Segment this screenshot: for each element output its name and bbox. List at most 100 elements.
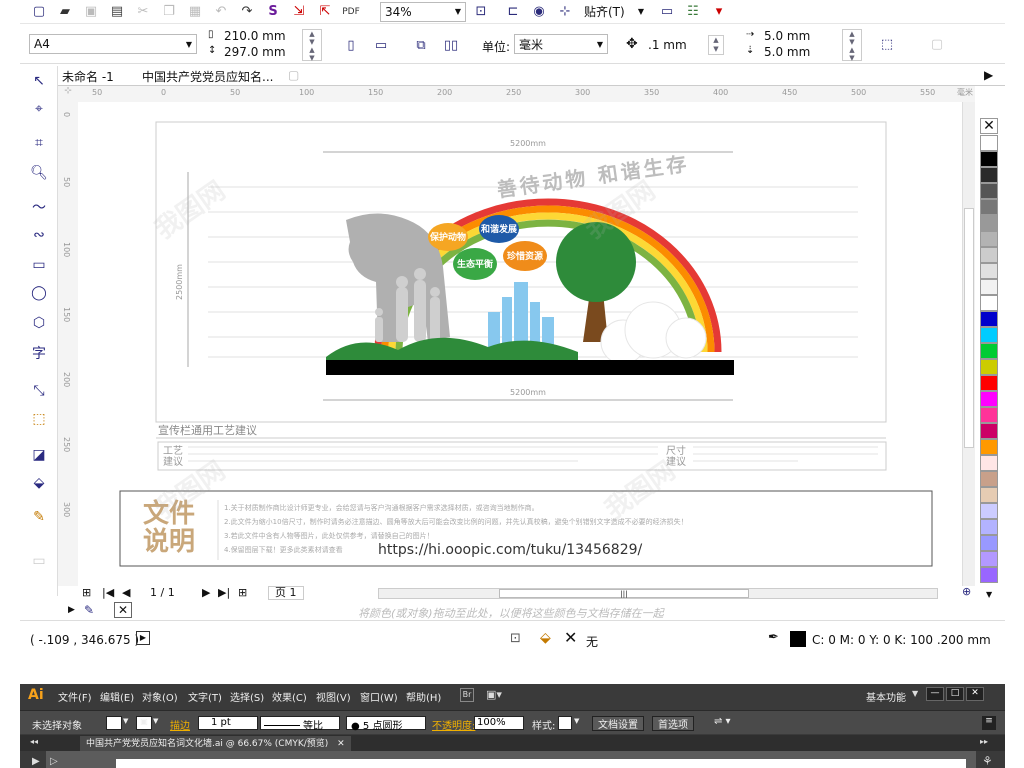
freehand-tool-icon[interactable]: 〜 — [28, 196, 50, 218]
paste-icon[interactable]: ▦ — [184, 2, 206, 22]
vertical-scrollbar[interactable] — [962, 102, 975, 586]
stroke-swatch[interactable]: ▣ — [136, 716, 152, 730]
ai-menu-item[interactable]: 文字(T) — [188, 689, 222, 704]
tab-untitled[interactable]: 未命名 -1 — [62, 68, 114, 85]
arrange-docs-icon[interactable]: ▣▾ — [486, 688, 502, 701]
interactive-fill-icon[interactable]: ▭ — [28, 550, 50, 572]
shape-tool-icon[interactable]: ⌖ — [28, 98, 50, 120]
direct-select-icon[interactable]: ▷ — [50, 756, 58, 767]
color-swatch[interactable] — [980, 423, 998, 439]
no-color-swatch[interactable]: ✕ — [980, 118, 998, 134]
panel-icon[interactable]: ⚘ — [982, 754, 993, 768]
spinner-icon[interactable]: ▲ ▼ — [708, 35, 724, 55]
last-page-icon[interactable]: ▶| — [218, 586, 230, 599]
welcome-screen-icon[interactable]: ▭ — [656, 2, 678, 22]
color-swatch[interactable] — [980, 567, 998, 583]
stroke-dropdown-icon[interactable]: ▼ — [153, 717, 158, 725]
transparency-tool-icon[interactable]: ⬙ — [28, 472, 50, 494]
export-icon[interactable]: ⇱ — [314, 2, 336, 22]
document-setup-button[interactable]: 文档设置 — [592, 716, 644, 731]
ruler-corner[interactable]: ⊹ — [58, 86, 78, 102]
zoom-dropdown[interactable]: 34% ▼ — [380, 1, 466, 22]
all-pages-icon[interactable]: ⧉ — [410, 35, 432, 55]
show-rulers-icon[interactable]: ⊏ — [502, 2, 524, 22]
artistic-media-icon[interactable]: ∾ — [28, 224, 50, 246]
copy-icon[interactable]: ❐ — [158, 2, 180, 22]
panel-expand-icon[interactable]: ▸▸ — [980, 737, 988, 746]
vertical-ruler[interactable]: 0 50 100 150 200 250 300 — [58, 102, 78, 586]
play-icon[interactable]: ▶ — [136, 631, 150, 645]
stroke-weight-field[interactable]: 1 pt — [198, 716, 258, 730]
show-grid-icon[interactable]: ⊹ — [554, 2, 576, 22]
undo-icon[interactable]: ↶ — [210, 2, 232, 22]
ai-menu-item[interactable]: 效果(C) — [272, 689, 307, 704]
color-swatch[interactable] — [980, 519, 998, 535]
landscape-icon[interactable]: ▭ — [370, 35, 392, 55]
scroll-thumb[interactable] — [964, 208, 974, 448]
current-page-icon[interactable]: ▯▯ — [440, 35, 462, 55]
redo-icon[interactable]: ↷ — [236, 2, 258, 22]
color-swatch[interactable] — [980, 263, 998, 279]
color-swatch[interactable] — [980, 151, 998, 167]
corel-connect-icon[interactable]: S — [262, 2, 284, 22]
duplicate-y-field[interactable]: 5.0 mm — [764, 45, 844, 59]
ai-artboard-area[interactable] — [46, 751, 976, 768]
hscroll-thumb[interactable]: ||| — [499, 589, 749, 598]
text-tool-icon[interactable]: 字 — [28, 342, 50, 364]
add-page-after-icon[interactable]: ⊞ — [238, 586, 247, 599]
color-swatch[interactable] — [980, 407, 998, 423]
new-document-icon[interactable]: ▢ — [28, 2, 50, 22]
print-icon[interactable]: ▤ — [106, 2, 128, 22]
workspace-switcher[interactable]: 基本功能 — [866, 689, 906, 704]
color-swatch[interactable] — [980, 199, 998, 215]
options-icon[interactable]: ☷ — [682, 2, 704, 22]
horizontal-ruler[interactable]: 毫米 50 0 50 100 150 200 250 300 350 400 450 500 550 — [78, 86, 975, 102]
color-swatch[interactable] — [980, 343, 998, 359]
nudge-field[interactable]: .1 mm — [648, 38, 706, 52]
maximize-button[interactable]: □ — [946, 687, 964, 701]
color-swatch[interactable] — [980, 535, 998, 551]
color-swatch[interactable] — [980, 183, 998, 199]
next-page-icon[interactable]: ▶ — [202, 586, 210, 599]
style-swatch[interactable] — [558, 716, 572, 730]
spinner-icon[interactable]: ▲ ▼ ▲ ▼ — [302, 29, 322, 62]
crop-tool-icon[interactable]: ⌗ — [28, 132, 50, 154]
unit-dropdown[interactable]: 毫米 ▼ — [514, 34, 608, 54]
minimize-button[interactable]: — — [926, 687, 944, 701]
ellipse-tool-icon[interactable]: ◯ — [28, 282, 50, 304]
color-swatch[interactable] — [980, 439, 998, 455]
ai-menu-item[interactable]: 帮助(H) — [406, 689, 441, 704]
fill-dropdown-icon[interactable]: ▼ — [123, 717, 128, 725]
fill-swatch[interactable] — [106, 716, 122, 730]
full-screen-icon[interactable]: ⊡ — [470, 2, 492, 22]
add-tab-icon[interactable]: ▢ — [288, 68, 299, 82]
spinner-icon[interactable]: ▲ ▼ ▲ ▼ — [842, 29, 862, 62]
ai-artboard[interactable] — [116, 759, 966, 768]
stroke-label[interactable]: 描边 — [170, 717, 190, 732]
arrange-icon[interactable]: ⇌ ▾ — [714, 716, 731, 727]
view-icon[interactable]: ◉ — [528, 2, 550, 22]
workspace-dropdown-icon[interactable]: ▼ — [912, 689, 918, 698]
ai-menu-item[interactable]: 窗口(W) — [360, 689, 398, 704]
palette-scroll-down-icon[interactable]: ▼ — [986, 590, 992, 599]
ai-doc-tab[interactable]: 中国共产党党员应知名词文化墙.ai @ 66.67% (CMYK/预览) ✕ — [80, 736, 351, 751]
duplicate-x-field[interactable]: 5.0 mm — [764, 29, 844, 43]
open-folder-icon[interactable]: ▰ — [54, 2, 76, 22]
stroke-profile-dropdown[interactable]: 等比 — [260, 716, 340, 732]
page-border-icon[interactable]: ▢ — [926, 34, 948, 54]
page-size-dropdown[interactable]: A4 ▼ — [29, 34, 197, 54]
palette-expand-icon[interactable]: ▶ — [68, 605, 75, 615]
ai-menu-item[interactable]: 文件(F) — [58, 689, 92, 704]
color-swatch[interactable] — [980, 311, 998, 327]
source-url[interactable]: https://hi.ooopic.com/tuku/13456829/ — [378, 542, 643, 558]
portrait-icon[interactable]: ▯ — [340, 35, 362, 55]
ai-menu-item[interactable]: 选择(S) — [230, 689, 264, 704]
panel-collapse-icon[interactable]: ◂◂ — [30, 737, 38, 746]
ai-menu-item[interactable]: 视图(V) — [316, 689, 351, 704]
treat-as-filled-icon[interactable]: ⬚ — [876, 34, 898, 54]
connector-tool-icon[interactable]: ⬚ — [28, 408, 50, 430]
color-swatch[interactable] — [980, 551, 998, 567]
first-page-icon[interactable]: |◀ — [102, 586, 114, 599]
horizontal-scrollbar[interactable]: ||| — [378, 588, 938, 599]
tab-party-member-doc[interactable]: 中国共产党党员应知名... — [142, 68, 273, 85]
